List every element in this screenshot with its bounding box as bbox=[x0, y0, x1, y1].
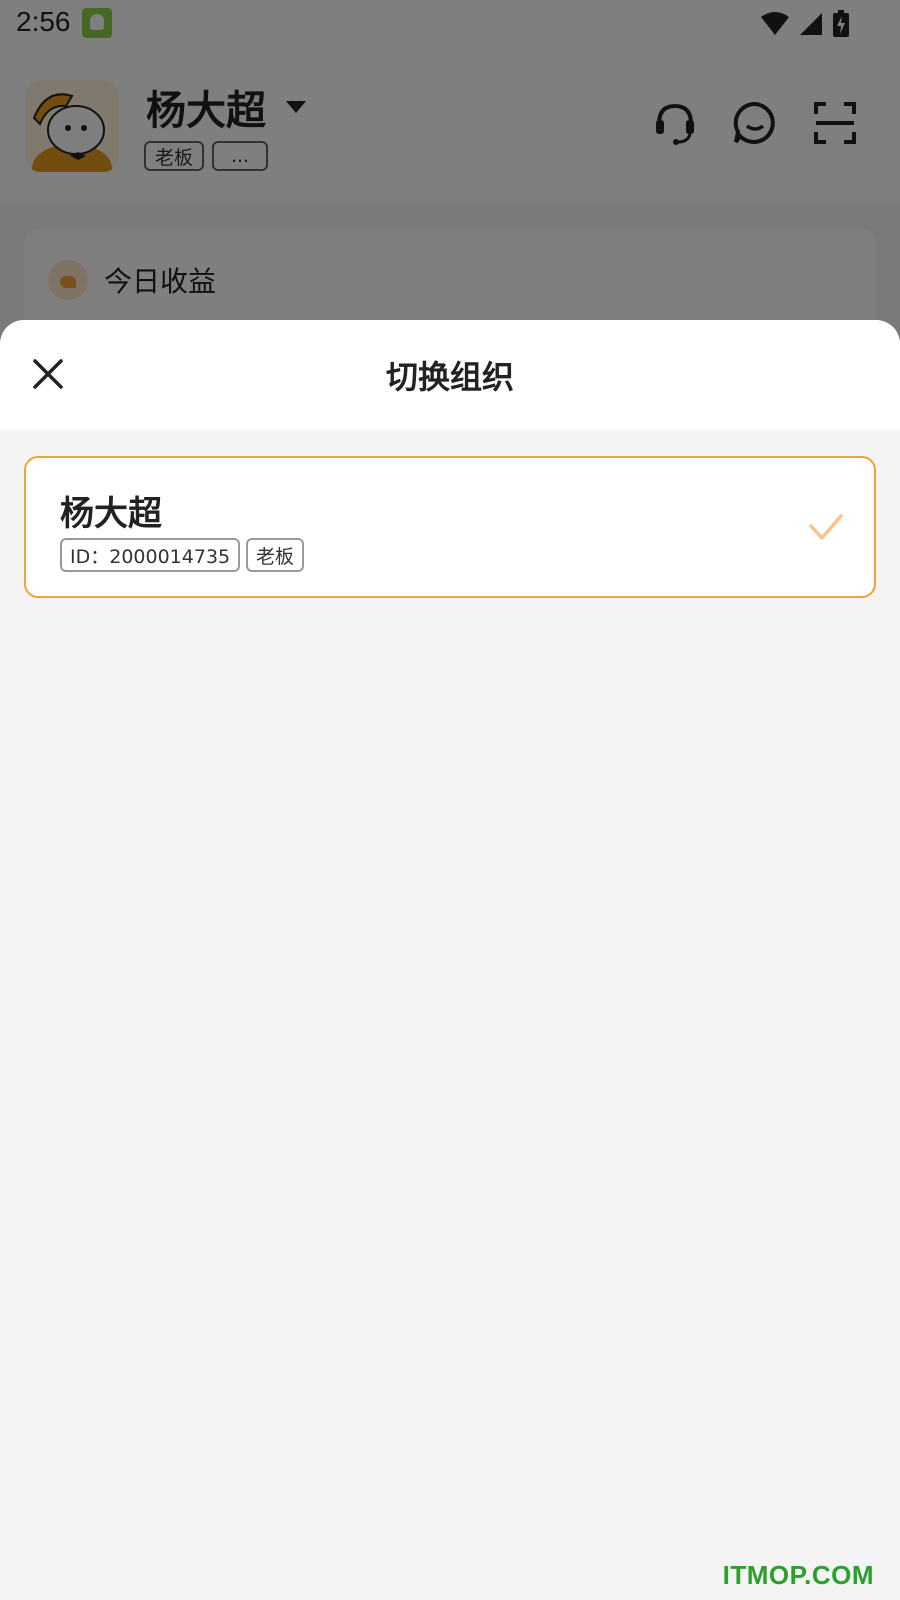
org-role-tag: 老板 bbox=[246, 538, 305, 572]
org-name: 杨大超 bbox=[60, 494, 162, 534]
org-list-item[interactable]: 杨大超 ID：2000014735 老板 bbox=[24, 456, 876, 598]
switch-org-sheet: 切换组织 杨大超 ID：2000014735 老板 bbox=[0, 320, 900, 1600]
check-icon bbox=[809, 514, 843, 540]
sheet-header: 切换组织 bbox=[0, 320, 900, 430]
org-id-tag: ID：2000014735 bbox=[60, 538, 241, 572]
sheet-title: 切换组织 bbox=[385, 358, 514, 396]
watermark: ITMOP.COM bbox=[722, 1560, 874, 1590]
